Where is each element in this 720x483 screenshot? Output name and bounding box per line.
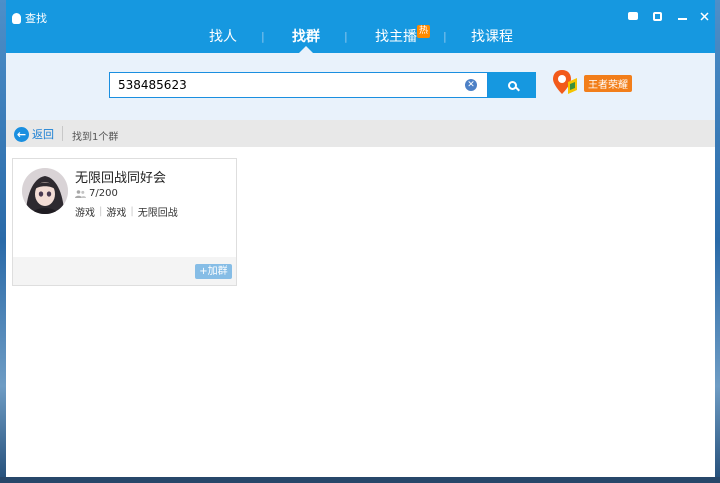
- group-name[interactable]: 无限回战同好会: [75, 167, 166, 186]
- tab-separator: |: [261, 30, 265, 43]
- hot-badge: 热: [417, 25, 430, 38]
- close-button[interactable]: [696, 8, 712, 24]
- search-area: ✕ 王者荣耀: [6, 53, 715, 120]
- active-tab-indicator: [299, 46, 313, 53]
- tab-separator: |: [443, 30, 447, 43]
- chat-bubble-icon: [628, 12, 638, 20]
- back-arrow-icon: ←: [14, 126, 29, 142]
- back-button[interactable]: ← 返回: [14, 126, 54, 142]
- join-group-button[interactable]: +加群: [195, 264, 232, 279]
- group-tag: 无限回战: [137, 208, 178, 219]
- result-count: 找到1个群: [72, 132, 119, 143]
- members-icon: [75, 189, 86, 198]
- navigation-bar: ← 返回 找到1个群: [6, 120, 715, 147]
- skin-icon: [652, 11, 662, 21]
- find-window: 查找 找人 | 找群 | 找主播 热 | 找课程 538485623 ✕ 王者荣…: [6, 0, 715, 477]
- tab-find-course[interactable]: 找课程: [471, 26, 513, 46]
- minimize-button[interactable]: [674, 8, 690, 24]
- desktop-background-bottom: [0, 477, 720, 483]
- game-tag-badge[interactable]: 王者荣耀: [584, 75, 632, 92]
- close-icon: [699, 11, 709, 21]
- member-count-text: 7/200: [89, 188, 118, 199]
- tab-find-streamer[interactable]: 找主播: [375, 26, 417, 46]
- location-pin-icon[interactable]: [551, 68, 579, 96]
- group-tags: 游戏 | 游戏 | 无限回战: [75, 204, 178, 219]
- search-input[interactable]: [118, 77, 448, 93]
- tab-separator: |: [344, 30, 348, 43]
- nav-divider: [62, 126, 63, 141]
- tab-find-group[interactable]: 找群: [292, 26, 320, 46]
- card-footer: +加群: [13, 257, 236, 285]
- group-avatar[interactable]: [22, 168, 68, 214]
- search-icon: [507, 80, 517, 90]
- title-bar[interactable]: 查找 找人 | 找群 | 找主播 热 | 找课程: [6, 0, 715, 53]
- group-tag: 游戏: [75, 208, 95, 219]
- tag-divider: |: [99, 206, 103, 217]
- group-tag: 游戏: [106, 208, 127, 219]
- tab-bar: 找人 | 找群 | 找主播 热 | 找课程: [6, 0, 715, 53]
- group-result-card[interactable]: 无限回战同好会 7/200 游戏 | 游戏 | 无限回战 +加群: [12, 158, 237, 286]
- member-count: 7/200: [75, 188, 118, 199]
- tab-find-people[interactable]: 找人: [209, 26, 237, 46]
- back-label: 返回: [32, 128, 54, 141]
- search-button[interactable]: [488, 72, 536, 98]
- tag-divider: |: [130, 206, 134, 217]
- minimize-icon: [677, 18, 687, 20]
- clear-search-icon[interactable]: ✕: [465, 79, 477, 91]
- feedback-button[interactable]: [625, 8, 641, 24]
- avatar-image: [22, 168, 68, 214]
- skin-button[interactable]: [649, 8, 665, 24]
- search-box: ✕: [109, 72, 488, 98]
